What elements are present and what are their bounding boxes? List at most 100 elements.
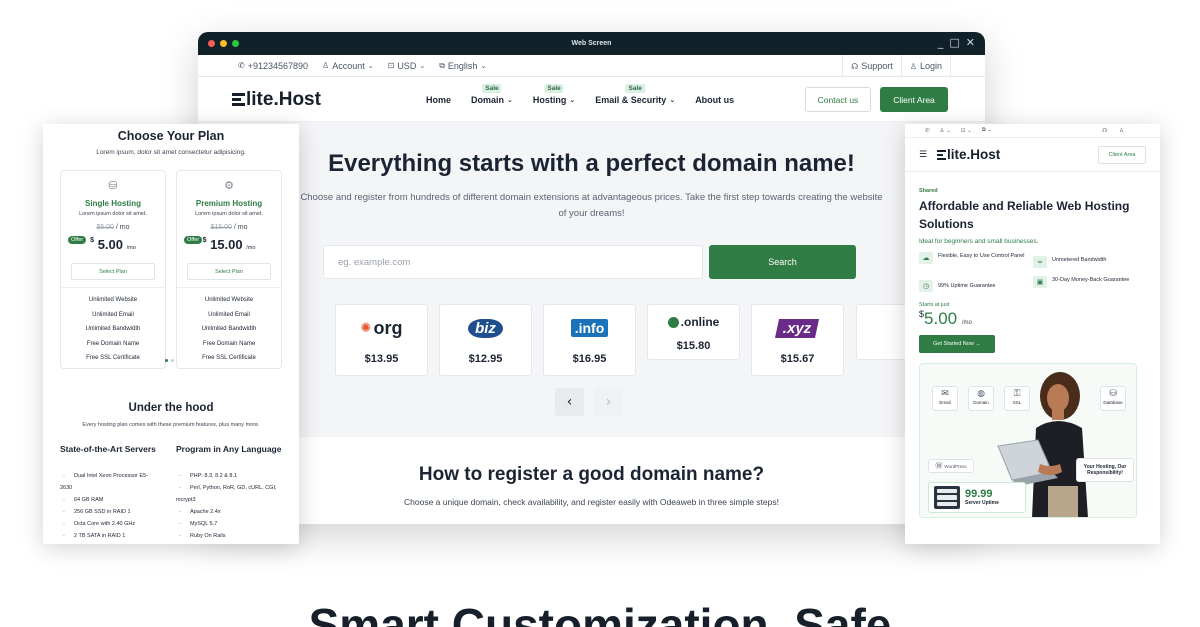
navbar: lite.Host Home Sale Domain ⌄ Sale Hostin… xyxy=(198,77,985,122)
headset-icon: ☊ xyxy=(851,61,859,71)
plans-title: Choose Your Plan xyxy=(117,129,225,143)
phone-icon[interactable]: ✆ xyxy=(925,128,930,134)
list-item: Free SSL Certificate xyxy=(202,355,256,361)
get-started-button[interactable]: Get Started Now → xyxy=(919,335,995,353)
server-icon xyxy=(934,486,960,509)
money-icon: ▣ xyxy=(1033,276,1047,288)
cloud-icon: ☁ xyxy=(919,252,933,264)
select-plan-button[interactable]: Select Plan xyxy=(71,263,155,280)
hosting-type-label: Shared xyxy=(919,188,938,194)
account-dropdown[interactable]: ♙ Account ⌄ xyxy=(322,61,374,71)
currency-icon: ⊡ xyxy=(387,61,395,70)
hosting-icon: ⛁ xyxy=(108,179,118,192)
tld-card-online[interactable]: .online $15.80 xyxy=(647,304,740,360)
mobile-price: $5.00 /mo xyxy=(919,309,972,328)
list-item: 64 GB RAM xyxy=(60,494,160,506)
slider-prev-button[interactable]: ‹ xyxy=(555,388,584,416)
email-icon: ✉ xyxy=(941,389,949,399)
wordpress-icon: Ⓦ xyxy=(935,462,943,470)
tld-card-org[interactable]: ✺ org $13.95 xyxy=(335,304,428,376)
contact-button[interactable]: Contact us xyxy=(805,87,871,112)
list-item: Unlimited Bandwidth xyxy=(201,326,257,332)
translate-icon[interactable]: ⧉ ⌄ xyxy=(982,127,992,134)
list-item: Unlimited Email xyxy=(92,311,134,318)
plan-card-single: ⛁ Single Hosting Lorem ipsum dolor sit a… xyxy=(60,170,166,369)
feature-control-panel: ☁ Flexible, Easy to Use Control Panel xyxy=(919,252,1037,264)
howto-title: How to register a good domain name? xyxy=(418,464,765,485)
nav-email-security-label: Email & Security xyxy=(595,94,667,105)
minimize-icon[interactable]: _ xyxy=(938,36,944,49)
domain-search-input[interactable]: eg. example.com xyxy=(323,245,703,279)
client-area-button[interactable]: Client Area xyxy=(880,87,948,112)
nav-hosting[interactable]: Sale Hosting ⌄ xyxy=(533,83,576,105)
list-item: Free Domain Name xyxy=(202,340,256,347)
nav-about[interactable]: About us xyxy=(695,95,734,105)
slider-next-button[interactable]: › xyxy=(594,388,623,416)
select-plan-button[interactable]: Select Plan xyxy=(187,263,271,280)
nav-about-label: About us xyxy=(695,94,735,105)
tld-price: $13.95 xyxy=(364,353,399,365)
uptime-label: Server Uptime xyxy=(965,500,999,506)
carousel-dots[interactable] xyxy=(165,359,174,362)
headset-icon[interactable]: ☊ xyxy=(1102,128,1107,134)
chevron-down-icon: ⌄ xyxy=(569,95,576,104)
tld-card-info[interactable]: .info $16.95 xyxy=(543,304,636,376)
plan-old-price: $15.00 / mo xyxy=(210,224,248,231)
list-item: Free SSL Certificate xyxy=(86,355,140,361)
title-bar: Web Screen _ □ ✕ xyxy=(198,32,985,55)
logo-text: lite.Host xyxy=(246,89,321,110)
nav-email-security[interactable]: Sale Email & Security ⌄ xyxy=(595,83,676,105)
list-item: Perl, Python, RoR, GD, cURL, CGI, mcrypt… xyxy=(176,482,288,506)
user-icon[interactable]: ♙ ⌄ xyxy=(940,128,951,134)
starts-at-label: Starts at just xyxy=(919,302,950,308)
hamburger-menu-icon[interactable]: ☰ xyxy=(919,150,927,160)
top-bar: ✆ +91234567890 ♙ Account ⌄ ⊡ USD ⌄ ⧉ Eng… xyxy=(198,55,985,77)
list-item: 2 TB SATA in RAID 1 xyxy=(60,530,160,542)
search-button[interactable]: Search xyxy=(709,245,856,279)
tld-card-biz[interactable]: biz $12.95 xyxy=(439,304,532,376)
sale-badge: Sale xyxy=(544,83,564,93)
clock-icon: ◷ xyxy=(919,280,933,292)
feature-uptime: ◷ 99% Uptime Guarantee xyxy=(919,280,1037,292)
maximize-icon[interactable]: □ xyxy=(949,36,959,49)
nav-home[interactable]: Home xyxy=(426,95,451,105)
list-item: MySQL 5.7 xyxy=(176,518,288,530)
servers-list: Dual Intel Xeon Processor E5-2630 64 GB … xyxy=(60,470,160,542)
site-logo[interactable]: lite.Host xyxy=(937,147,1000,162)
translate-icon: ⧉ xyxy=(439,60,445,70)
login-link[interactable]: ♙ Login xyxy=(900,55,951,77)
phone-link[interactable]: ✆ +91234567890 xyxy=(238,61,308,71)
xyz-logo-icon: .xyz xyxy=(752,317,843,339)
email-feature: ✉ Email xyxy=(932,386,958,411)
mobile-hero-subtitle: Ideal for beginners and small businesses… xyxy=(919,238,1039,245)
currency-icon[interactable]: ⊡ ⌄ xyxy=(961,128,972,134)
logo-text: lite.Host xyxy=(947,147,1001,162)
chevron-down-icon: ⌄ xyxy=(669,95,676,104)
support-link[interactable]: ☊ Support xyxy=(842,55,901,77)
chevron-down-icon: ⌄ xyxy=(507,95,513,104)
nav-domain[interactable]: Sale Domain ⌄ xyxy=(471,83,513,105)
close-icon[interactable]: ✕ xyxy=(966,36,975,49)
user-icon[interactable]: ♙ xyxy=(1119,128,1124,134)
tagline-badge: Your Hosting, Our Responsibility! xyxy=(1076,458,1134,482)
mobile-top-bar: ✆ ♙ ⌄ ⊡ ⌄ ⧉ ⌄ ☊ ♙ xyxy=(905,124,1160,138)
hero-subtitle: Choose and register from hundreds of dif… xyxy=(300,192,883,219)
plan-card-premium: ⚙ Premium Hosting Lorem ipsum dolor sit … xyxy=(176,170,282,369)
phone-icon: ✆ xyxy=(238,61,245,70)
howto-section: How to register a good domain name? Choo… xyxy=(198,437,985,524)
chevron-down-icon: ⌄ xyxy=(367,61,374,70)
list-item: Unlimited Bandwidth xyxy=(85,326,141,332)
database-feature: ⛁ Database xyxy=(1100,386,1126,411)
client-area-button[interactable]: Client Area xyxy=(1098,146,1146,164)
account-label: Account xyxy=(332,60,365,71)
currency-dropdown[interactable]: ⊡ USD ⌄ xyxy=(388,61,426,71)
language-label: English xyxy=(447,60,478,71)
biz-logo-icon: biz xyxy=(440,317,531,339)
tld-card-xyz[interactable]: .xyz $15.67 xyxy=(751,304,844,376)
plan-old-price: $5.00 / mo xyxy=(96,224,130,231)
list-item: Free Domain Name xyxy=(86,340,140,347)
site-logo[interactable]: lite.Host xyxy=(232,89,321,111)
language-dropdown[interactable]: ⧉ English ⌄ xyxy=(439,61,486,71)
plan-name: Premium Hosting xyxy=(195,199,263,208)
user-icon: ♙ xyxy=(322,61,330,70)
